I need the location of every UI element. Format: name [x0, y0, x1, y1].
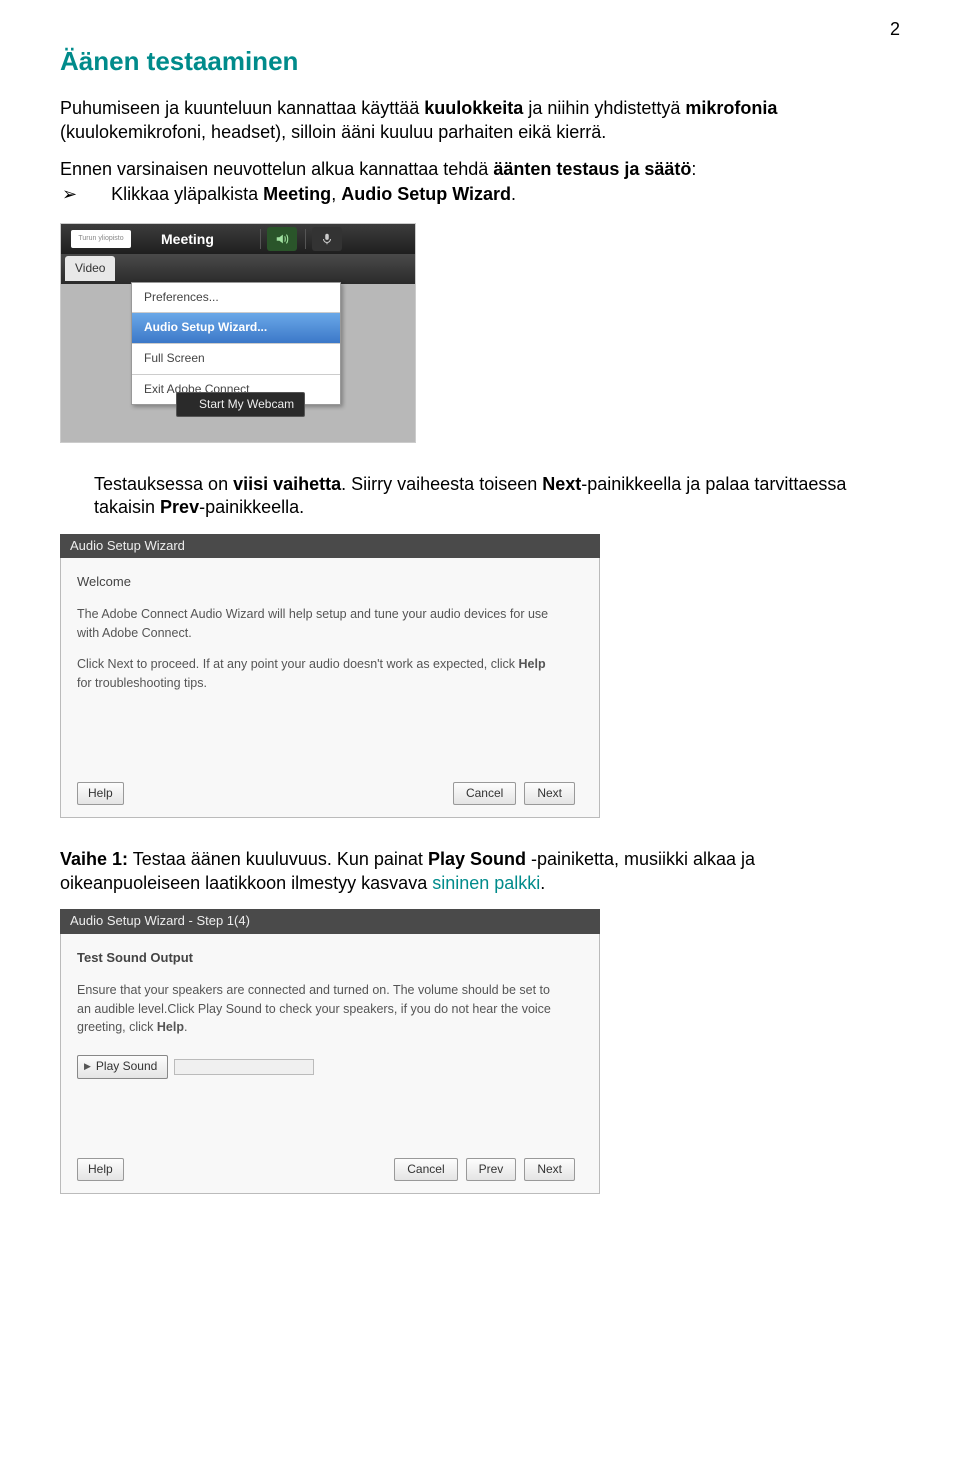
bold-vaihe1: Vaihe 1: — [60, 849, 128, 869]
bold-meeting: Meeting — [263, 184, 331, 204]
mic-icon[interactable] — [312, 227, 342, 251]
bold-mikrofonia: mikrofonia — [685, 98, 777, 118]
text: . — [540, 873, 545, 893]
help-button[interactable]: Help — [77, 1158, 124, 1182]
teal-sininen-palkki: sininen palkki — [432, 873, 540, 893]
top-toolbar: Turun yliopisto Meeting — [61, 224, 415, 254]
intro-paragraph: Puhumiseen ja kuunteluun kannattaa käytt… — [60, 97, 900, 144]
text: Klikkaa yläpalkista — [111, 184, 263, 204]
start-webcam-button[interactable]: Start My Webcam — [176, 392, 305, 418]
text: , — [331, 184, 341, 204]
separator — [260, 229, 261, 249]
separator — [305, 229, 306, 249]
vaihe1-paragraph: Vaihe 1: Testaa äänen kuuluvuus. Kun pai… — [60, 848, 900, 895]
bullet-glyph: ➢ — [62, 183, 77, 206]
logo: Turun yliopisto — [71, 230, 131, 248]
page-number: 2 — [60, 18, 900, 41]
cancel-button[interactable]: Cancel — [453, 782, 516, 806]
bold-help: Help — [519, 657, 546, 671]
bold-help: Help — [157, 1020, 184, 1034]
bullet-text: Klikkaa yläpalkista Meeting, Audio Setup… — [111, 183, 516, 206]
button-row: Help Cancel Prev Next — [77, 1158, 583, 1182]
meeting-dropdown: Preferences... Audio Setup Wizard... Ful… — [131, 282, 341, 405]
wizard-text-2: Click Next to proceed. If at any point y… — [77, 655, 557, 693]
text: ja niihin yhdistettyä — [523, 98, 685, 118]
bold-prev: Prev — [160, 497, 199, 517]
welcome-heading: Welcome — [77, 574, 583, 591]
step-heading: Test Sound Output — [77, 950, 583, 967]
text: : — [691, 159, 696, 179]
cancel-button[interactable]: Cancel — [394, 1158, 457, 1182]
menu-item-preferences[interactable]: Preferences... — [132, 283, 340, 314]
mid-paragraph: Testauksessa on viisi vaihetta. Siirry v… — [94, 473, 850, 520]
screenshot-wizard-step1: Audio Setup Wizard - Step 1(4) Test Soun… — [60, 909, 600, 1194]
text: . — [511, 184, 516, 204]
text: Ennen varsinaisen neuvottelun alkua kann… — [60, 159, 493, 179]
text: Puhumiseen ja kuunteluun kannattaa käytt… — [60, 98, 424, 118]
prev-button[interactable]: Prev — [466, 1158, 517, 1182]
video-tab[interactable]: Video — [65, 256, 115, 281]
speaker-icon[interactable] — [267, 227, 297, 251]
text: -painikkeella. — [199, 497, 304, 517]
screenshot-wizard-welcome: Audio Setup Wizard Welcome The Adobe Con… — [60, 534, 600, 819]
text: Ensure that your speakers are connected … — [77, 983, 551, 1035]
text: . Siirry vaiheesta toiseen — [341, 474, 542, 494]
text: . — [184, 1020, 187, 1034]
secondary-toolbar: Video — [61, 254, 415, 284]
page-title: Äänen testaaminen — [60, 45, 900, 79]
dialog-body: Test Sound Output Ensure that your speak… — [60, 934, 600, 1194]
bold-testaus: äänten testaus ja säätö — [493, 159, 691, 179]
menu-item-full-screen[interactable]: Full Screen — [132, 344, 340, 375]
pod-body: Preferences... Audio Setup Wizard... Ful… — [61, 284, 415, 442]
text: for troubleshooting tips. — [77, 676, 207, 690]
dialog-title: Audio Setup Wizard — [60, 534, 600, 559]
dialog-body: Welcome The Adobe Connect Audio Wizard w… — [60, 558, 600, 818]
play-sound-button[interactable]: Play Sound — [77, 1055, 168, 1079]
bold-viisi-vaihetta: viisi vaihetta — [233, 474, 341, 494]
text: Testauksessa on — [94, 474, 233, 494]
bold-next: Next — [542, 474, 581, 494]
bold-kuulokkeita: kuulokkeita — [424, 98, 523, 118]
bullet-item: ➢ Klikkaa yläpalkista Meeting, Audio Set… — [60, 183, 900, 206]
wizard-text-1: The Adobe Connect Audio Wizard will help… — [77, 605, 557, 643]
dialog-title: Audio Setup Wizard - Step 1(4) — [60, 909, 600, 934]
next-button[interactable]: Next — [524, 1158, 575, 1182]
pretest-paragraph: Ennen varsinaisen neuvottelun alkua kann… — [60, 158, 900, 181]
meeting-menu-button[interactable]: Meeting — [161, 230, 214, 248]
help-button[interactable]: Help — [77, 782, 124, 806]
play-sound-row: Play Sound — [77, 1055, 583, 1079]
button-row: Help Cancel Next — [77, 782, 583, 806]
text: (kuulokemikrofoni, headset), silloin ään… — [60, 122, 606, 142]
bold-audio-setup-wizard: Audio Setup Wizard — [341, 184, 511, 204]
text: Click Next to proceed. If at any point y… — [77, 657, 519, 671]
menu-item-audio-setup-wizard[interactable]: Audio Setup Wizard... — [132, 313, 340, 344]
screenshot-meeting-menu: Turun yliopisto Meeting Video Preference… — [60, 223, 416, 443]
next-button[interactable]: Next — [524, 782, 575, 806]
step-text: Ensure that your speakers are connected … — [77, 981, 557, 1037]
sound-level-bar — [174, 1059, 314, 1075]
bold-play-sound: Play Sound — [428, 849, 526, 869]
text: Testaa äänen kuuluvuus. Kun painat — [128, 849, 428, 869]
